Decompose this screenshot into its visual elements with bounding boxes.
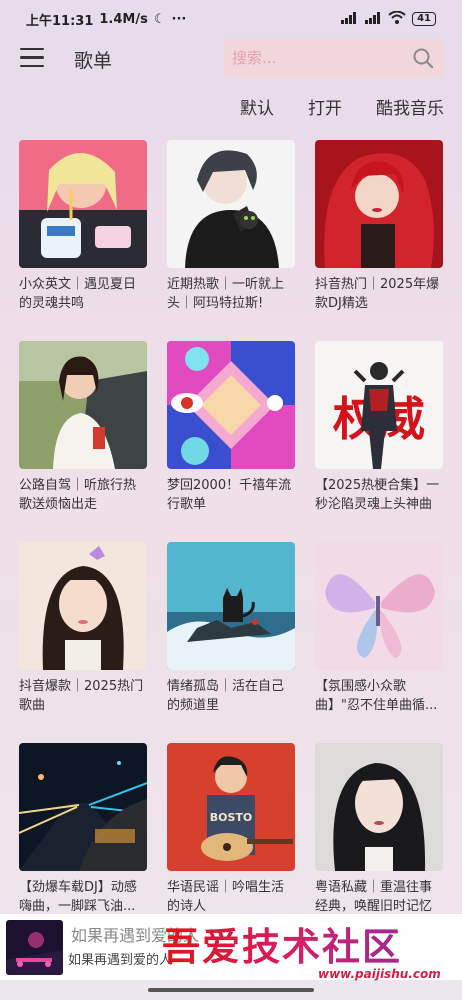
playlist-title: 近期热歌｜一听就上头｜阿玛特拉斯! [167,277,285,311]
playlist-cover[interactable] [315,140,443,268]
battery-icon: 41 [412,12,436,26]
player-lyric: 如果再遇到爱的人 [68,953,173,968]
playlist-title: 情绪孤岛｜活在自己的频道里 [167,679,285,713]
playlist-cover[interactable] [167,542,295,670]
playlist-card[interactable]: 公路自驾｜听旅行热歌送烦恼出走 [19,341,147,514]
playlist-title: 梦回2000！千禧年流行歌单 [167,478,292,512]
playlist-title: 华语民谣｜吟唱生活的诗人 [167,880,285,914]
playlist-card[interactable]: 近期热歌｜一听就上头｜阿玛特拉斯! [167,140,295,313]
playlist-cover[interactable] [19,341,147,469]
playlist-title: 【2025热梗合集】一秒沦陷灵魂上头神曲 [315,478,440,512]
sort-kuwo[interactable]: 酷我音乐 [376,94,444,119]
shirt-text: BOSTO [210,811,253,824]
status-time: 上午11:31 [26,13,94,29]
playlist-title: 【劲爆车载DJ】动感嗨曲，一脚踩飞油... [19,880,137,914]
playlist-card[interactable]: BOSTO 华语民谣｜吟唱生活的诗人 [167,743,295,916]
search-box[interactable] [224,39,444,77]
search-icon[interactable] [412,47,434,69]
playlist-cover[interactable] [167,341,295,469]
sort-open[interactable]: 打开 [308,94,342,119]
playlist-cover[interactable] [167,140,295,268]
moon-icon: ☾ [153,11,166,27]
status-bar: 上午11:31 1.4M/s ☾ ··· 41 [0,0,462,38]
home-indicator[interactable] [148,988,314,992]
playlist-card[interactable]: 梦回2000！千禧年流行歌单 [167,341,295,514]
signal-icon-2 [364,11,382,27]
sort-bar: 默认 打开 酷我音乐 [240,94,444,119]
playlist-card[interactable]: 【氛围感小众歌曲】"忍不住单曲循... [315,542,443,715]
playlist-title: 粤语私藏｜重温往事经典，唤醒旧时记忆 [315,880,433,914]
menu-icon[interactable] [20,48,44,68]
status-speed: 1.4M/s [99,11,148,27]
playlist-title: 抖音热门｜2025年爆款DJ精选 [315,277,440,311]
watermark-url: www.paijishu.com [318,967,441,981]
playlist-cover[interactable] [315,542,443,670]
playlist-title: 【氛围感小众歌曲】"忍不住单曲循... [315,679,438,713]
playlist-cover[interactable] [19,140,147,268]
page-title: 歌单 [74,50,113,72]
app-header: 歌单 [0,38,462,80]
playlist-card[interactable]: 权威 【2025热梗合集】一秒沦陷灵魂上头神曲 [315,341,443,514]
watermark-text: 吾爱技术社区 [162,916,402,971]
playlist-title: 公路自驾｜听旅行热歌送烦恼出走 [19,478,137,512]
playlist-card[interactable]: 小众英文｜遇见夏日的灵魂共鸣 [19,140,147,313]
sort-default[interactable]: 默认 [240,94,274,119]
playlist-card[interactable]: 粤语私藏｜重温往事经典，唤醒旧时记忆 [315,743,443,916]
playlist-card[interactable]: 情绪孤岛｜活在自己的频道里 [167,542,295,715]
signal-icon [340,11,358,27]
playlist-title: 小众英文｜遇见夏日的灵魂共鸣 [19,277,137,311]
playlist-title: 抖音爆款｜2025热门歌曲 [19,679,144,713]
playlist-cover[interactable]: BOSTO [167,743,295,871]
playlist-card[interactable]: 抖音爆款｜2025热门歌曲 [19,542,147,715]
player-cover[interactable] [6,920,63,975]
playlist-cover[interactable] [19,743,147,871]
playlist-card[interactable]: 抖音热门｜2025年爆款DJ精选 [315,140,443,313]
playlist-card[interactable]: 【劲爆车载DJ】动感嗨曲，一脚踩飞油... [19,743,147,916]
playlist-cover[interactable]: 权威 [315,341,443,469]
search-input[interactable] [232,49,402,67]
playlist-cover[interactable] [315,743,443,871]
wifi-icon [388,10,406,27]
playlist-cover[interactable] [19,542,147,670]
more-icon: ··· [171,11,187,27]
